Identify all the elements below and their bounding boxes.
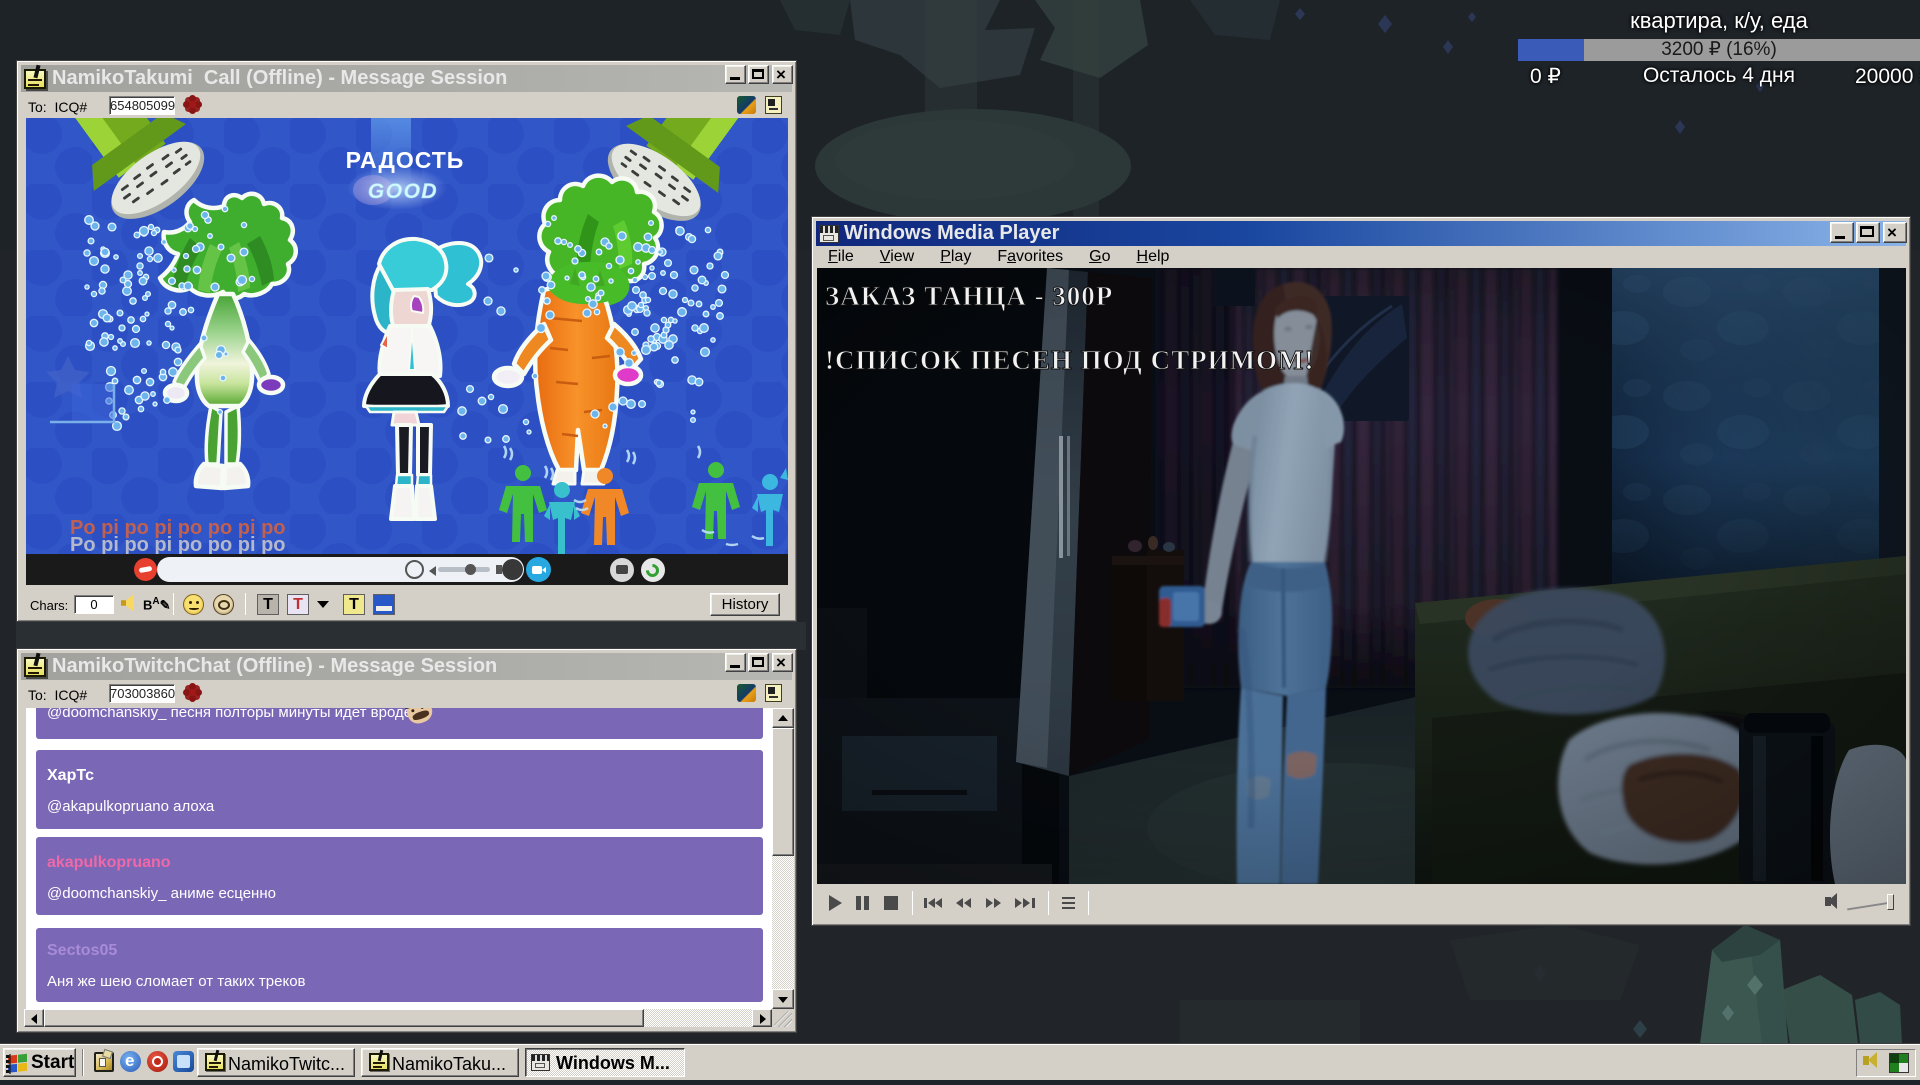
svg-text:РАДОСТЬ: РАДОСТЬ	[346, 147, 465, 173]
svg-text:ЗАКАЗ ТАНЦА - 300Р: ЗАКАЗ ТАНЦА - 300Р	[825, 281, 1113, 311]
svg-text:GOOD: GOOD	[368, 180, 438, 203]
svg-text:Po pi po pi po po pi po: Po pi po pi po po pi po	[70, 534, 286, 554]
svg-text:!СПИСОК ПЕСЕН ПОД СТРИМОМ!: !СПИСОК ПЕСЕН ПОД СТРИМОМ!	[825, 345, 1315, 375]
